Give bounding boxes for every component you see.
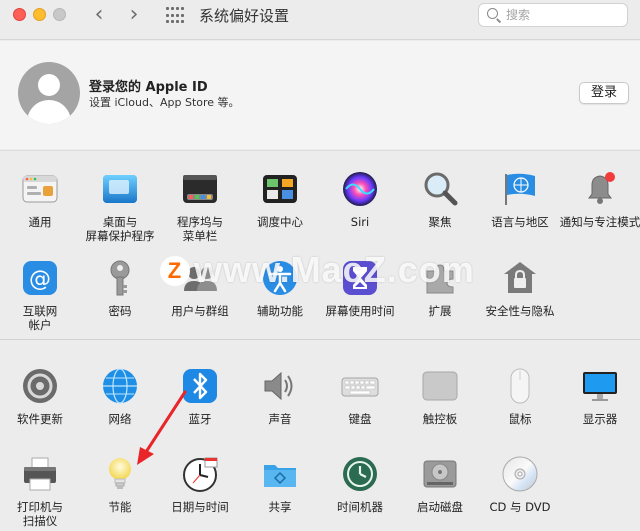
time-machine-icon <box>341 455 379 493</box>
extensions-icon <box>421 259 459 297</box>
cd-dvd-icon <box>501 455 539 493</box>
siri-icon <box>341 170 379 208</box>
pref-label: 日期与时间 <box>171 500 229 514</box>
pref-label: 屏幕使用时间 <box>325 304 395 318</box>
hardware-preferences-section: 软件更新 网络 蓝牙 声音 键盘 触控板 鼠标 显示器 打印机与 扫描仪 节能 … <box>0 339 640 531</box>
search-icon <box>487 8 498 19</box>
pref-label: Siri <box>350 215 370 229</box>
pref-label: 程序坞与 菜单栏 <box>177 215 223 243</box>
energy-saver-icon <box>101 455 139 493</box>
bluetooth-icon <box>181 367 219 405</box>
pref-label: 鼠标 <box>508 412 532 426</box>
pref-label: 辅助功能 <box>257 304 303 318</box>
toolbar: ‹ › 系统偏好设置 <box>0 0 640 40</box>
apple-id-section: 登录您的 Apple ID 设置 iCloud、App Store 等。 登录 <box>0 41 640 149</box>
keyboard-icon <box>341 367 379 405</box>
pref-label: 调度中心 <box>257 215 303 229</box>
language-icon <box>501 170 539 208</box>
pref-label: 共享 <box>268 500 292 514</box>
notification-icon <box>581 170 619 208</box>
security-icon <box>501 259 539 297</box>
personal-preferences-section: 通用 桌面与 屏幕保护程序 程序坞与 菜单栏 调度中心 Siri 聚焦 语言与地… <box>0 150 640 338</box>
password-icon <box>101 259 139 297</box>
display-icon <box>581 367 619 405</box>
zoom-window-button[interactable] <box>53 8 66 21</box>
login-button[interactable]: 登录 <box>579 82 629 104</box>
users-icon <box>181 259 219 297</box>
pref-label: 触控板 <box>422 412 458 426</box>
pref-label: CD 与 DVD <box>489 500 551 514</box>
apple-id-title: 登录您的 Apple ID <box>89 80 208 95</box>
pref-label: 蓝牙 <box>188 412 212 426</box>
pref-label: 用户与群组 <box>171 304 229 318</box>
pref-label: 网络 <box>108 412 132 426</box>
internet-accounts-icon: @ <box>21 259 59 297</box>
startup-disk-icon <box>421 455 459 493</box>
accessibility-icon <box>261 259 299 297</box>
pref-label: 密码 <box>108 304 132 318</box>
desktop-icon <box>101 170 139 208</box>
search-field[interactable] <box>478 3 628 27</box>
pref-label: 时间机器 <box>337 500 383 514</box>
pref-label: 节能 <box>108 500 132 514</box>
screen-time-icon <box>341 259 379 297</box>
general-icon <box>21 170 59 208</box>
mission-control-icon <box>261 170 299 208</box>
pref-label: 启动磁盘 <box>417 500 463 514</box>
pref-label: 语言与地区 <box>491 215 549 229</box>
avatar[interactable] <box>18 62 80 124</box>
spotlight-icon <box>421 170 459 208</box>
close-window-button[interactable] <box>13 8 26 21</box>
printer-icon <box>21 455 59 493</box>
pref-label: 通知与专注模式 <box>559 215 640 229</box>
mouse-icon <box>501 367 539 405</box>
sound-icon <box>261 367 299 405</box>
pref-label: 键盘 <box>348 412 372 426</box>
sharing-icon <box>261 455 299 493</box>
pref-label: 桌面与 屏幕保护程序 <box>85 215 155 243</box>
dock-icon <box>181 170 219 208</box>
network-icon <box>101 367 139 405</box>
trackpad-icon <box>421 367 459 405</box>
search-input[interactable] <box>506 6 621 24</box>
software-update-icon <box>21 367 59 405</box>
pref-label: 聚焦 <box>428 215 452 229</box>
date-time-icon <box>181 455 219 493</box>
window-title: 系统偏好设置 <box>199 7 290 25</box>
svg-text:@: @ <box>29 267 51 292</box>
apple-id-subtitle: 设置 iCloud、App Store 等。 <box>89 96 240 109</box>
forward-chevron-icon[interactable]: › <box>123 4 145 26</box>
minimize-window-button[interactable] <box>33 8 46 21</box>
pref-label: 显示器 <box>582 412 618 426</box>
show-all-grid-icon[interactable] <box>166 7 184 25</box>
pref-label: 扩展 <box>428 304 452 318</box>
pref-label: 安全性与隐私 <box>485 304 555 318</box>
back-chevron-icon[interactable]: ‹ <box>88 4 110 26</box>
pref-label: 声音 <box>268 412 292 426</box>
